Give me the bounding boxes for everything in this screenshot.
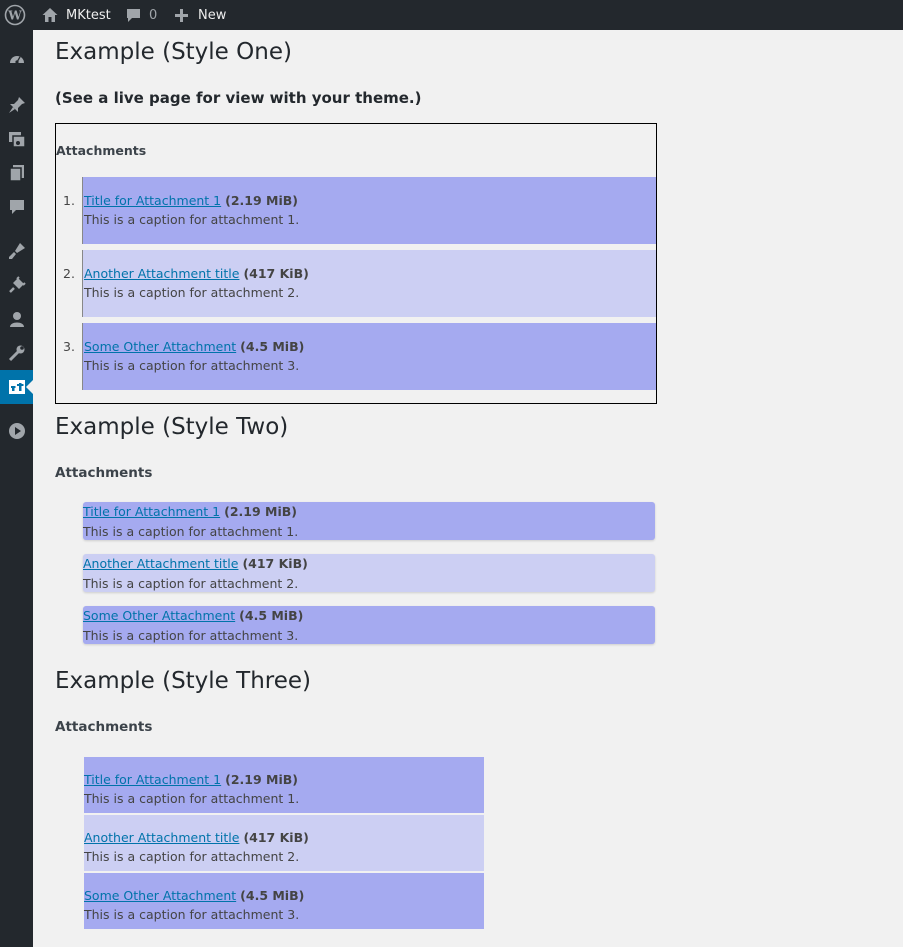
item-number: 3. [63, 339, 75, 354]
file-size: (4.5 MiB) [239, 608, 304, 623]
dashboard-icon[interactable] [0, 42, 33, 76]
plus-icon [174, 8, 189, 23]
list-item: Some Other Attachment (4.5 MiB) This is … [83, 606, 655, 644]
file-size: (2.19 MiB) [225, 772, 298, 787]
media-icon[interactable] [0, 122, 33, 156]
attachment-caption: This is a caption for attachment 2. [84, 285, 300, 300]
attachment-link[interactable]: Title for Attachment 1 [84, 772, 221, 787]
attachment-caption: This is a caption for attachment 1. [83, 524, 299, 539]
style-three-heading: Attachments [55, 719, 153, 735]
new-label: New [198, 7, 227, 23]
tools-icon[interactable] [0, 336, 33, 370]
style-three-title: Example (Style Three) [55, 668, 311, 694]
file-size: (417 KiB) [242, 556, 308, 571]
attachment-caption: This is a caption for attachment 1. [84, 791, 300, 806]
attachment-caption: This is a caption for attachment 2. [84, 849, 300, 864]
users-icon[interactable] [0, 302, 33, 336]
item-number: 1. [63, 193, 75, 208]
style-two-title: Example (Style Two) [55, 414, 289, 440]
attachment-link[interactable]: Another Attachment title [83, 556, 238, 571]
attachment-link[interactable]: Another Attachment title [84, 830, 239, 845]
comments-count: 0 [149, 7, 158, 23]
list-item: Another Attachment title (417 KiB) This … [83, 554, 655, 592]
file-size: (2.19 MiB) [224, 504, 297, 519]
attachment-link[interactable]: Title for Attachment 1 [84, 193, 221, 208]
attachments-plugin-icon[interactable] [0, 370, 33, 404]
plugins-icon[interactable] [0, 268, 33, 302]
comment-bubble-icon [125, 7, 142, 24]
file-size: (2.19 MiB) [225, 193, 298, 208]
site-name-link[interactable]: MKtest [41, 0, 111, 30]
item-number: 2. [63, 266, 75, 281]
list-item: 1. Title for Attachment 1 (2.19 MiB) Thi… [63, 177, 656, 244]
list-item: Title for Attachment 1 (2.19 MiB) This i… [84, 757, 484, 813]
attachment-link[interactable]: Some Other Attachment [84, 339, 236, 354]
attachment-caption: This is a caption for attachment 3. [83, 628, 299, 643]
attachment-caption: This is a caption for attachment 3. [84, 358, 300, 373]
admin-bar: W MKtest 0 New [0, 0, 903, 30]
file-size: (417 KiB) [243, 830, 309, 845]
wordpress-logo-icon[interactable]: W [4, 0, 26, 30]
attachment-caption: This is a caption for attachment 1. [84, 212, 300, 227]
comments-icon[interactable] [0, 190, 33, 224]
list-item: Some Other Attachment (4.5 MiB) This is … [84, 873, 484, 929]
new-content-button[interactable]: New [174, 0, 226, 30]
pages-icon[interactable] [0, 156, 33, 190]
play-icon[interactable] [0, 414, 33, 448]
site-name: MKtest [66, 7, 111, 23]
style-one-heading: Attachments [56, 143, 147, 158]
attachment-link[interactable]: Another Attachment title [84, 266, 239, 281]
attachment-link[interactable]: Some Other Attachment [83, 608, 235, 623]
file-size: (417 KiB) [243, 266, 309, 281]
style-one-title: Example (Style One) [55, 39, 292, 65]
list-item: Another Attachment title (417 KiB) This … [84, 815, 484, 871]
file-size: (4.5 MiB) [240, 888, 305, 903]
attachment-caption: This is a caption for attachment 3. [84, 907, 300, 922]
style-two-heading: Attachments [55, 465, 153, 481]
comments-link[interactable]: 0 [125, 0, 157, 30]
appearance-icon[interactable] [0, 234, 33, 268]
list-item: 2. Another Attachment title (417 KiB) Th… [63, 250, 656, 317]
attachment-caption: This is a caption for attachment 2. [83, 576, 299, 591]
admin-sidebar [0, 30, 33, 947]
attachment-link[interactable]: Some Other Attachment [84, 888, 236, 903]
pin-icon[interactable] [0, 88, 33, 122]
list-item: 3. Some Other Attachment (4.5 MiB) This … [63, 323, 656, 390]
style-one-box: Attachments 1. Title for Attachment 1 (2… [55, 123, 657, 404]
style-one-subtitle: (See a live page for view with your them… [55, 89, 422, 107]
attachment-link[interactable]: Title for Attachment 1 [83, 504, 220, 519]
file-size: (4.5 MiB) [240, 339, 305, 354]
svg-text:W: W [7, 9, 22, 23]
list-item: Title for Attachment 1 (2.19 MiB) This i… [83, 502, 655, 540]
home-icon [41, 6, 59, 24]
